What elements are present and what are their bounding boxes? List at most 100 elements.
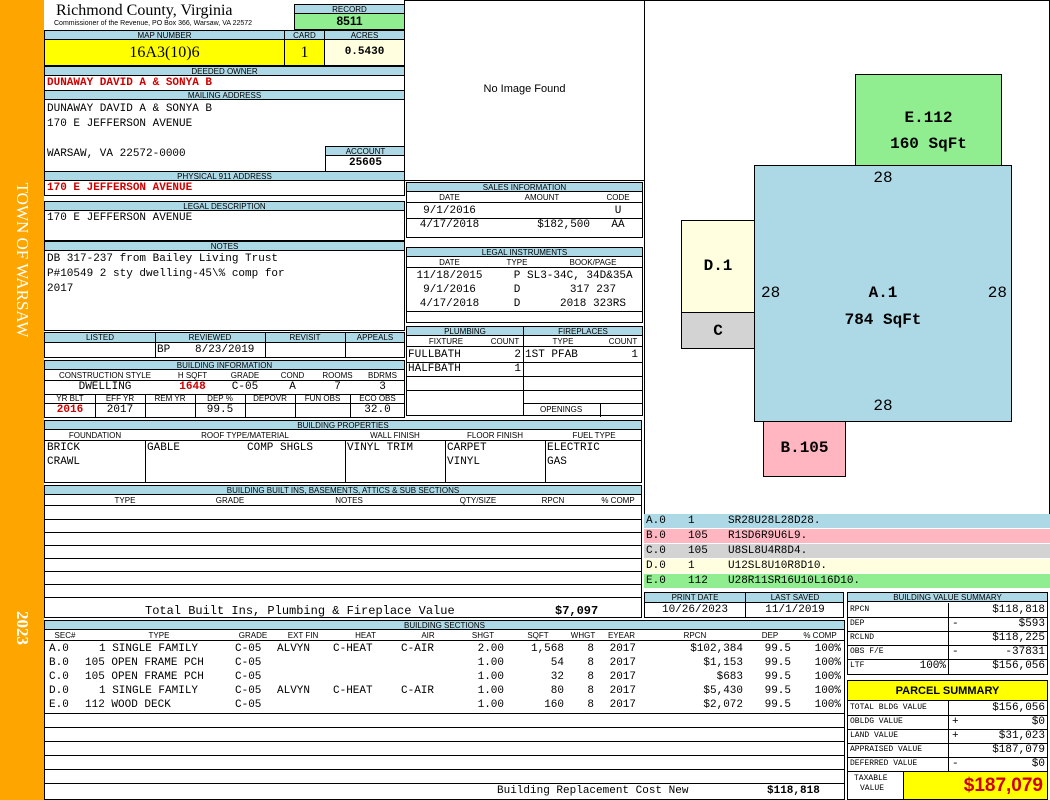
notes-line: DB 317-237 from Bailey Living Trust — [47, 253, 279, 265]
sec-air: C-AIR — [401, 643, 435, 655]
sec-whgt: 8 — [587, 685, 594, 697]
sec-shgt: 2.00 — [477, 643, 504, 655]
sec-sqft: 160 — [544, 699, 564, 711]
prop-header: FOUNDATION — [68, 431, 122, 440]
foundation-value: CRAWL — [47, 456, 81, 468]
ps-label: APPRAISED VALUE — [850, 745, 923, 754]
legend-row: A.0 1 SR28U28L28D28. — [644, 514, 1050, 528]
vs-label: RCLND — [850, 633, 875, 642]
sec-eyear: 2017 — [609, 643, 636, 655]
vs-row: RPCN $118,818 — [848, 603, 1047, 617]
builtins-total-value: $7,097 — [555, 604, 599, 618]
review-box: LISTED REVIEWED REVISIT APPEALS BP 8/23/… — [44, 332, 405, 358]
legend-desc: U8SL8U4R8D4. — [728, 545, 808, 557]
legend-num: 1 — [688, 560, 695, 572]
bi-header: ECO OBS — [359, 394, 396, 403]
vs-row: DEP - $593 — [848, 617, 1047, 631]
legend-row: D.0 1 U12SL8U10R8D10. — [644, 559, 1050, 573]
vs-row: LTF 100% $156,056 — [848, 659, 1047, 673]
rooms-value: 7 — [334, 381, 341, 393]
area-code: E.112 — [904, 109, 953, 127]
builtins-title: BUILDING BUILT INS, BASEMENTS, ATTICS & … — [45, 486, 641, 495]
building-sections: BUILDING SECTIONS SEC# TYPE GRADE EXT FI… — [44, 620, 845, 800]
map-label: MAP NUMBER — [45, 31, 284, 40]
print-dates: PRINT DATE LAST SAVED 10/26/2023 11/1/20… — [644, 592, 844, 618]
ps-value: $0 — [1031, 716, 1045, 728]
builtin-header: GRADE — [215, 496, 245, 505]
account-box: ACCOUNT 25605 — [325, 146, 405, 172]
sketch-area-a1: A.1 784 SqFt 28 28 28 28 — [754, 165, 1012, 422]
sec-header: SQFT — [527, 631, 549, 640]
sec-whgt: 8 — [587, 643, 594, 655]
fireplaces-title: FIREPLACES — [524, 327, 642, 336]
sections-title: BUILDING SECTIONS — [45, 621, 844, 630]
sidebar-year: 2023 — [13, 611, 32, 645]
foundation-value: BRICK — [47, 442, 81, 454]
dim-right: 28 — [987, 284, 1007, 302]
listed-label: LISTED — [85, 333, 114, 342]
ps-row: APPRAISED VALUE $187,079 — [848, 743, 1047, 757]
vs-label: LTF — [850, 661, 865, 670]
card-value: 1 — [285, 40, 324, 65]
legend-desc: R1SD6R9U6L9. — [728, 530, 808, 542]
sec-heat: C-HEAT — [333, 643, 373, 655]
sketch-legend: A.0 1 SR28U28L28D28. B.0 105 R1SD6R9U6L9… — [644, 514, 1050, 589]
fixture: HALFBATH — [408, 363, 461, 375]
reviewed-date: 8/23/2019 — [195, 344, 255, 356]
sec-extfin: ALVYN — [277, 643, 311, 655]
building-info: BUILDING INFORMATION CONSTRUCTION STYLE … — [44, 360, 405, 418]
legend-desc: U28R11SR16U10L16D10. — [728, 575, 861, 587]
vs-row: OBS F/E - -37831 — [848, 645, 1047, 659]
ps-value: $31,023 — [998, 730, 1045, 742]
vs-row: RCLND $118,225 — [848, 631, 1047, 645]
sec-shgt: 1.00 — [477, 699, 504, 711]
builtin-header: TYPE — [114, 496, 136, 505]
hsqft-value: 1648 — [179, 381, 206, 393]
sec-eyear: 2017 — [609, 685, 636, 697]
sec-extfin: ALVYN — [277, 685, 311, 697]
ps-label: DEFERRED VALUE — [850, 759, 918, 768]
reviewed-code: BP — [157, 344, 171, 356]
bi-header: YR BLT — [56, 394, 84, 403]
sec-header: EYEAR — [607, 631, 636, 640]
fixture-count: 1 — [514, 363, 521, 375]
sec-comp: 100% — [814, 657, 841, 669]
last-saved: 11/1/2019 — [765, 604, 825, 616]
builtin-header: RPCN — [541, 496, 565, 505]
bi-header: BDRMS — [368, 371, 397, 380]
mailing-line: DUNAWAY DAVID A & SONYA B — [47, 103, 213, 115]
area-sqft: 160 SqFt — [890, 135, 967, 153]
li-date: 4/17/2018 — [419, 298, 480, 310]
sec-eyear: 2017 — [609, 657, 636, 669]
sketch-area-b105: B.105 — [763, 421, 846, 477]
builtin-header: QTY/SIZE — [459, 496, 497, 505]
legend-row: C.0 105 U8SL8U4R8D4. — [644, 544, 1050, 558]
sale-code: AA — [611, 219, 625, 231]
builtin-header: % COMP — [601, 496, 635, 505]
li-title: LEGAL INSTRUMENTS — [407, 248, 642, 257]
plumbing: PLUMBING FIXTURE COUNT FULLBATH 2 HALFBA… — [406, 326, 524, 416]
vs-label: OBS F/E — [850, 647, 884, 656]
sec-header: WHGT — [570, 631, 596, 640]
sketch-area-c: C — [681, 312, 755, 349]
legend-desc: U12SL8U10R8D10. — [728, 560, 828, 572]
area-code: B.105 — [780, 439, 829, 457]
ps-value: $156,056 — [992, 702, 1045, 714]
legend-code: B.0 — [646, 530, 666, 542]
openings-label: OPENINGS — [540, 405, 583, 414]
bi-header: REM YR — [154, 394, 186, 403]
sec-header: HEAT — [355, 631, 376, 640]
sales-info: SALES INFORMATION DATE AMOUNT CODE 9/1/2… — [406, 182, 643, 238]
plumbing-header: FIXTURE — [428, 337, 464, 346]
sec-sqft: 32 — [550, 671, 564, 683]
sec-comp: 100% — [814, 643, 841, 655]
vs-label: RPCN — [850, 605, 870, 614]
cond-value: A — [289, 381, 296, 393]
li-header: BOOK/PAGE — [569, 258, 617, 267]
grade-value: C-05 — [231, 381, 259, 393]
sec-type: 1 SINGLE FAMILY — [99, 685, 199, 697]
sec-eyear: 2017 — [609, 699, 636, 711]
vs-label: DEP — [850, 619, 865, 628]
ps-row: DEFERRED VALUE - $0 — [848, 757, 1047, 771]
legend-num: 105 — [688, 530, 708, 542]
